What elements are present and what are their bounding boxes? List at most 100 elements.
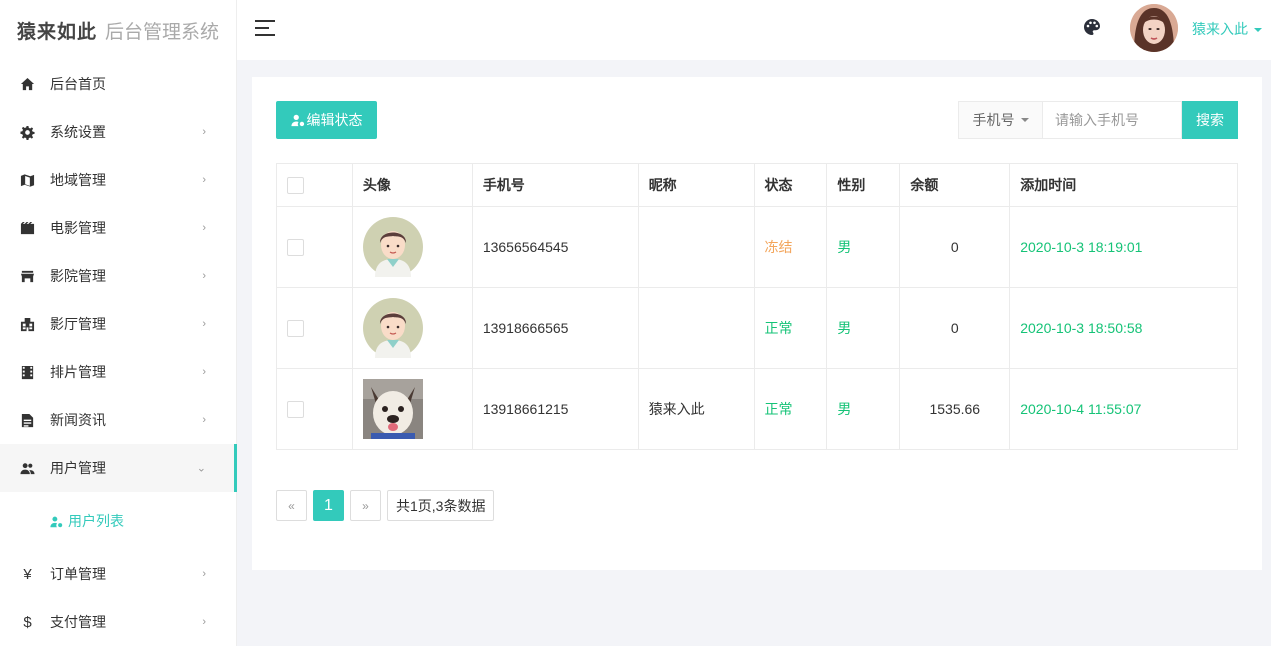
brand-logo: 猿来如此 <box>17 20 98 43</box>
home-icon <box>20 77 35 92</box>
sidebar-item-label: 支付管理 <box>50 614 106 630</box>
user-settings-icon <box>290 114 304 127</box>
chevron-right-icon: › <box>202 414 206 426</box>
table-row: 13656564545 冻结 男 0 2020-10-3 18:19:01 <box>276 206 1238 288</box>
sidebar-item-payments[interactable]: $ 支付管理 › <box>0 598 236 646</box>
row-checkbox[interactable] <box>287 238 304 256</box>
sidebar-item-region[interactable]: 地域管理 › <box>0 156 236 204</box>
chevron-down-icon: ⌄ <box>196 462 206 475</box>
chevron-right-icon: › <box>202 616 206 628</box>
sidebar-item-cinemas[interactable]: 影院管理 › <box>0 252 236 300</box>
edit-status-button[interactable]: 编辑状态 <box>276 101 377 139</box>
time-cell: 2020-10-4 11:55:07 <box>1009 368 1238 450</box>
chevron-right-icon: › <box>202 222 206 234</box>
user-avatar[interactable] <box>1130 4 1178 52</box>
chevron-right-icon: › <box>202 366 206 378</box>
time-cell: 2020-10-3 18:50:58 <box>1009 287 1238 369</box>
gender-cell: 男 <box>826 206 901 288</box>
nickname-cell <box>637 206 755 288</box>
menu-toggle-icon[interactable] <box>255 20 275 36</box>
sidebar-item-schedule[interactable]: 排片管理 › <box>0 348 236 396</box>
sidebar-item-label: 影厅管理 <box>50 316 106 332</box>
top-header: 猿来入此 <box>237 0 1271 60</box>
column-header: 手机号 <box>471 163 639 207</box>
search-field-select[interactable]: 手机号 <box>958 101 1042 139</box>
column-header: 添加时间 <box>1009 163 1238 207</box>
film-icon <box>20 221 35 236</box>
row-checkbox[interactable] <box>287 400 304 418</box>
users-table: 头像 手机号 昵称 状态 性别 余额 添加时间 13656564545 冻结 男… <box>276 163 1238 450</box>
gender-cell: 男 <box>826 287 901 369</box>
news-icon <box>20 413 35 428</box>
sidebar-item-label: 电影管理 <box>50 220 106 236</box>
column-header: 头像 <box>351 163 473 207</box>
gear-icon <box>20 125 35 140</box>
sidebar-subitem-user-list[interactable]: 用户列表 <box>0 492 236 550</box>
sidebar-item-settings[interactable]: 系统设置 › <box>0 108 236 156</box>
sidebar-item-label: 影院管理 <box>50 268 106 284</box>
user-avatar-image <box>362 379 423 439</box>
filmstrip-icon <box>20 365 35 380</box>
phone-cell: 13918661215 <box>471 368 639 450</box>
sidebar-item-label: 新闻资讯 <box>50 412 106 428</box>
search-button[interactable]: 搜索 <box>1182 101 1238 139</box>
sidebar: 猿来如此 后台管理系统 后台首页 系统设置 › 地域管理 › 电影管理 › 影院… <box>0 0 237 646</box>
column-header: 昵称 <box>637 163 755 207</box>
table-row: 13918666565 正常 男 0 2020-10-3 18:50:58 <box>276 287 1238 369</box>
column-header: 状态 <box>753 163 828 207</box>
caret-down-icon <box>1020 118 1029 122</box>
yen-icon: ¥ <box>23 565 32 583</box>
users-icon <box>20 461 35 476</box>
building-icon <box>20 317 35 332</box>
palette-icon[interactable] <box>1083 18 1101 36</box>
sidebar-item-label: 地域管理 <box>50 172 106 188</box>
nickname-cell <box>637 287 755 369</box>
caret-down-icon <box>1254 28 1262 33</box>
username-label: 猿来入此 <box>1192 21 1248 37</box>
sidebar-item-label: 用户管理 <box>50 460 106 476</box>
search-input[interactable] <box>1042 101 1182 139</box>
map-icon <box>20 173 35 188</box>
nickname-cell: 猿来入此 <box>637 368 755 450</box>
user-list-card: 编辑状态 手机号 搜索 头像 手机号 昵称 状态 性别 余额 添加时间 <box>252 77 1262 570</box>
sidebar-item-label: 后台首页 <box>50 76 106 92</box>
chevron-right-icon: › <box>202 270 206 282</box>
brand: 猿来如此 后台管理系统 <box>0 0 236 60</box>
balance-cell: 1535.66 <box>899 368 1011 450</box>
user-menu[interactable]: 猿来入此 <box>1192 19 1262 39</box>
row-checkbox[interactable] <box>287 319 304 337</box>
chevron-right-icon: › <box>202 174 206 186</box>
sidebar-item-orders[interactable]: ¥ 订单管理 › <box>0 550 236 598</box>
chevron-right-icon: › <box>202 568 206 580</box>
pagination: « 1 » 共1页,3条数据 <box>276 490 500 521</box>
time-cell: 2020-10-3 18:19:01 <box>1009 206 1238 288</box>
pagination-page-button[interactable]: 1 <box>313 490 344 521</box>
sidebar-item-home[interactable]: 后台首页 <box>0 60 236 108</box>
select-all-checkbox[interactable] <box>287 176 304 194</box>
sidebar-item-label: 排片管理 <box>50 364 106 380</box>
select-all-cell <box>276 163 353 207</box>
pagination-info: 共1页,3条数据 <box>387 490 495 521</box>
sidebar-subitem-label: 用户列表 <box>68 513 124 529</box>
phone-cell: 13656564545 <box>471 206 639 288</box>
search-group: 手机号 搜索 <box>958 101 1238 139</box>
status-cell: 正常 <box>753 287 828 369</box>
column-header: 余额 <box>899 163 1011 207</box>
pagination-prev-button[interactable]: « <box>276 490 307 521</box>
pagination-next-button[interactable]: » <box>350 490 381 521</box>
search-field-label: 手机号 <box>972 112 1015 128</box>
sidebar-item-news[interactable]: 新闻资讯 › <box>0 396 236 444</box>
sidebar-item-label: 订单管理 <box>50 566 106 582</box>
status-cell: 正常 <box>753 368 828 450</box>
sidebar-item-users[interactable]: 用户管理 ⌄ <box>0 444 237 492</box>
brand-subtitle: 后台管理系统 <box>105 21 220 43</box>
phone-cell: 13918666565 <box>471 287 639 369</box>
sidebar-item-movies[interactable]: 电影管理 › <box>0 204 236 252</box>
sidebar-item-halls[interactable]: 影厅管理 › <box>0 300 236 348</box>
sidebar-nav: 后台首页 系统设置 › 地域管理 › 电影管理 › 影院管理 › 影厅管理 › <box>0 60 237 646</box>
store-icon <box>20 269 35 284</box>
gender-cell: 男 <box>826 368 901 450</box>
table-header-row: 头像 手机号 昵称 状态 性别 余额 添加时间 <box>276 163 1238 207</box>
balance-cell: 0 <box>899 287 1011 369</box>
chevron-right-icon: › <box>202 318 206 330</box>
